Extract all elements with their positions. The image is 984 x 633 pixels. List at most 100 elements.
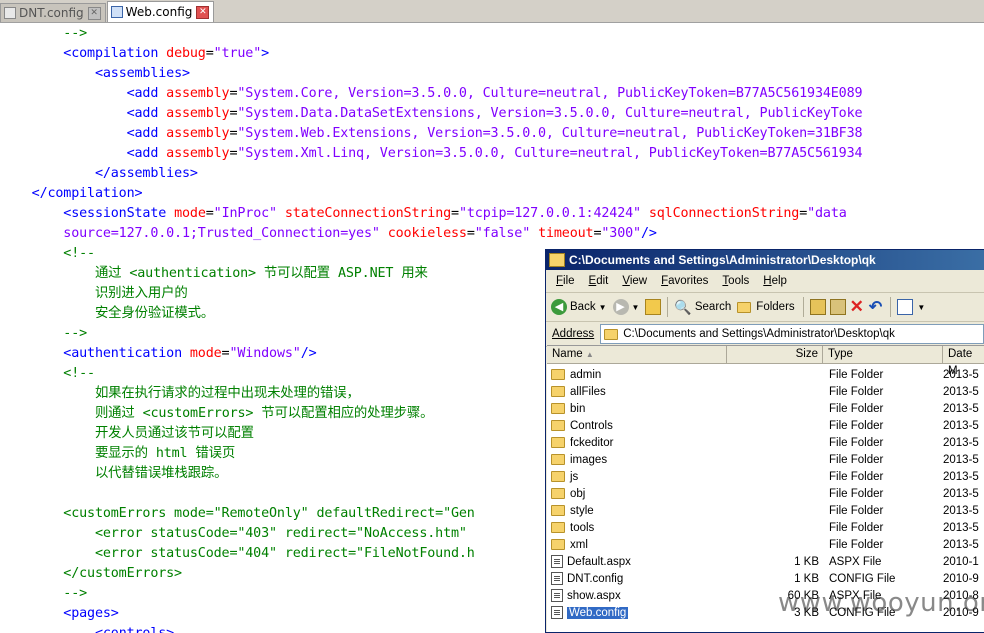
chevron-down-icon[interactable]: ▼ [917,303,925,312]
code-line: 如果在执行请求的过程中出现未处理的错误， [0,384,360,404]
column-header-date[interactable]: Date M [943,346,984,377]
item-type: File Folder [829,470,884,483]
item-name: DNT.config [567,572,624,585]
code-line: 以代替错误堆栈跟踪。 [0,464,228,484]
item-name-cell: obj [547,488,727,500]
list-item[interactable]: allFiles File Folder 2013-5 [547,383,984,400]
item-type: File Folder [829,453,884,466]
copy-to-icon[interactable] [829,299,846,315]
views-icon[interactable] [897,299,914,315]
editor-tab-bar: DNT.config ✕ Web.config ✕ [0,0,984,23]
folder-icon [549,253,565,267]
close-icon[interactable]: ✕ [196,5,210,19]
item-name-cell: bin [547,403,727,415]
code-line: <add assembly="System.Xml.Linq, Version=… [0,144,863,164]
tab-web-config[interactable]: Web.config ✕ [106,1,215,22]
folder-icon [551,403,565,414]
code-token: 要显示的 html 错误页 [0,446,236,461]
item-name-cell: xml [547,539,727,551]
code-token: "true" [213,46,262,61]
menu-file[interactable]: File [556,275,575,287]
item-name: style [570,504,594,517]
list-item[interactable]: style File Folder 2013-5 [547,502,984,519]
close-icon[interactable]: ✕ [87,6,101,20]
code-token: <!-- [0,366,95,381]
address-bar: Address C:\Documents and Settings\Admini… [546,322,984,347]
search-button[interactable]: 🔍 Search [674,299,731,316]
code-line: <error statusCode="404" redirect="FileNo… [0,544,475,564]
code-token: "System.Xml.Linq, Version=3.5.0.0, Cultu… [237,146,863,161]
menu-view[interactable]: View [622,275,647,287]
folder-icon [551,505,565,516]
code-token: > [261,46,270,61]
folder-icon [551,471,565,482]
tab-dnt-config[interactable]: DNT.config ✕ [0,3,106,22]
list-item[interactable]: obj File Folder 2013-5 [547,485,984,502]
item-name: obj [570,487,586,500]
menu-tools[interactable]: Tools [722,275,749,287]
menu-favorites[interactable]: Favorites [661,275,708,287]
code-token: 如果在执行请求的过程中出现未处理的错误， [0,386,360,401]
column-header-type[interactable]: Type [823,346,943,363]
toolbar-separator [802,297,804,317]
folder-icon [551,539,565,550]
code-token: "System.Data.DataSetExtensions, Version=… [237,106,863,121]
list-item[interactable]: js File Folder 2013-5 [547,468,984,485]
address-input[interactable]: C:\Documents and Settings\Administrator\… [600,324,984,344]
folders-button[interactable]: Folders [737,301,795,313]
item-size: 1 KB [794,572,819,585]
code-token: <error statusCode="403" redirect="NoAcce… [0,526,467,541]
list-item[interactable]: images File Folder 2013-5 [547,451,984,468]
item-date: 2013-5 [943,419,979,432]
back-button[interactable]: ◀ Back ▼ [551,299,607,315]
up-folder-icon[interactable] [645,299,662,315]
code-token: <controls> [95,626,174,633]
item-type: File Folder [829,504,884,517]
item-name-cell: style [547,505,727,517]
code-token: assembly [166,146,230,161]
item-name: js [570,470,579,483]
code-line: <controls> [0,624,174,633]
item-name: images [570,453,608,466]
code-token: <!-- [0,246,95,261]
item-date: 2013-5 [943,538,979,551]
code-line: 则通过 <customErrors> 节可以配置相应的处理步骤。 [0,404,434,424]
list-item[interactable]: Controls File Folder 2013-5 [547,417,984,434]
column-header-name[interactable]: Name ▲ [547,346,727,363]
delete-icon[interactable]: ✕ [850,297,864,317]
list-item[interactable]: DNT.config 1 KB CONFIG File 2010-9 [547,570,984,587]
folder-icon [551,369,565,380]
column-header-size[interactable]: Size [727,346,823,363]
chevron-down-icon: ▼ [598,302,607,312]
list-item[interactable]: xml File Folder 2013-5 [547,536,984,553]
code-token: </assemblies> [94,166,198,181]
list-item[interactable]: bin File Folder 2013-5 [547,400,984,417]
forward-button[interactable]: ▶ ▼ [612,299,639,315]
item-name-cell: admin [547,369,727,381]
file-icon [551,606,563,619]
code-token: "false" [474,226,531,241]
code-token: 则通过 <customErrors> 节可以配置相应的处理步骤。 [0,406,434,421]
code-line: <compilation debug="true"> [0,44,269,64]
toolbar: ◀ Back ▼ ▶ ▼ 🔍 Search Folders ✕ ↶ ▼ [546,293,984,322]
item-name-cell: show.aspx [547,589,727,602]
item-name: Default.aspx [567,555,631,568]
list-item[interactable]: fckeditor File Folder 2013-5 [547,434,984,451]
code-token: "300" [601,226,641,241]
code-token: assembly [166,86,230,101]
undo-icon[interactable]: ↶ [869,297,882,317]
code-token: mode [174,206,206,221]
file-icon [551,555,563,568]
code-token: = [205,206,214,221]
item-name: show.aspx [567,589,621,602]
list-item[interactable]: admin File Folder 2013-5 [547,366,984,383]
list-item[interactable]: tools File Folder 2013-5 [547,519,984,536]
menu-help[interactable]: Help [763,275,787,287]
move-to-icon[interactable] [809,299,826,315]
menu-edit[interactable]: Edit [589,275,609,287]
list-item[interactable]: Default.aspx 1 KB ASPX File 2010-1 [547,553,984,570]
